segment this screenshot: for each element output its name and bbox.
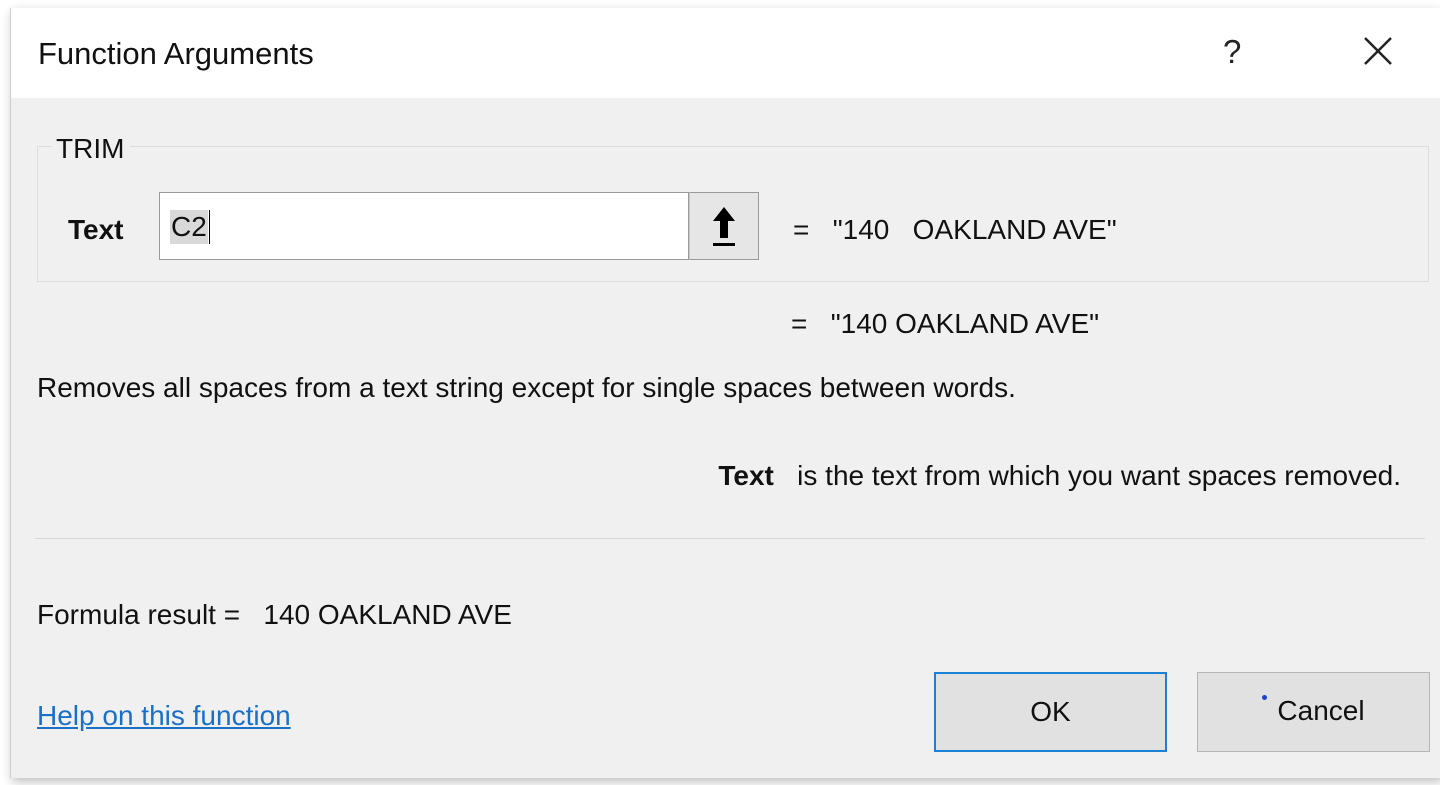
collapse-dialog-button[interactable] [689, 192, 759, 260]
argument-input-value: C2 [170, 210, 208, 244]
text-caret [209, 210, 210, 244]
help-button[interactable]: ? [1223, 33, 1241, 71]
function-description: Removes all spaces from a text string ex… [37, 372, 1016, 403]
divider [35, 538, 1425, 539]
argument-input[interactable]: C2 [159, 192, 689, 260]
formula-result: Formula result = 140 OAKLAND AVE [37, 599, 512, 630]
function-group: TRIM Text C2 = "140 OAKLAND AVE" [37, 133, 1429, 282]
ok-button[interactable]: OK [934, 672, 1167, 752]
focus-dot-icon [1262, 695, 1268, 700]
argument-help-name: Text [718, 460, 774, 491]
function-result-preview: = "140 OAKLAND AVE" [791, 308, 1100, 339]
function-name: TRIM [52, 133, 131, 165]
title-bar: Function Arguments ? [11, 8, 1440, 98]
function-arguments-dialog: Function Arguments ? TRIM Text C2 = "140… [10, 8, 1440, 778]
cancel-button-label: Cancel [1277, 695, 1365, 726]
argument-label: Text [68, 214, 124, 245]
argument-evaluated-value: = "140 OAKLAND AVE" [793, 214, 1117, 245]
close-button[interactable] [1357, 30, 1399, 72]
help-on-function-link[interactable]: Help on this function [37, 700, 291, 732]
cancel-button[interactable]: Cancel [1197, 672, 1430, 752]
argument-help: Text is the text from which you want spa… [718, 460, 1401, 492]
dialog-title: Function Arguments [38, 36, 314, 71]
arrow-up-icon [713, 207, 735, 246]
argument-help-text: is the text from which you want spaces r… [773, 460, 1401, 491]
close-icon [1364, 37, 1392, 65]
